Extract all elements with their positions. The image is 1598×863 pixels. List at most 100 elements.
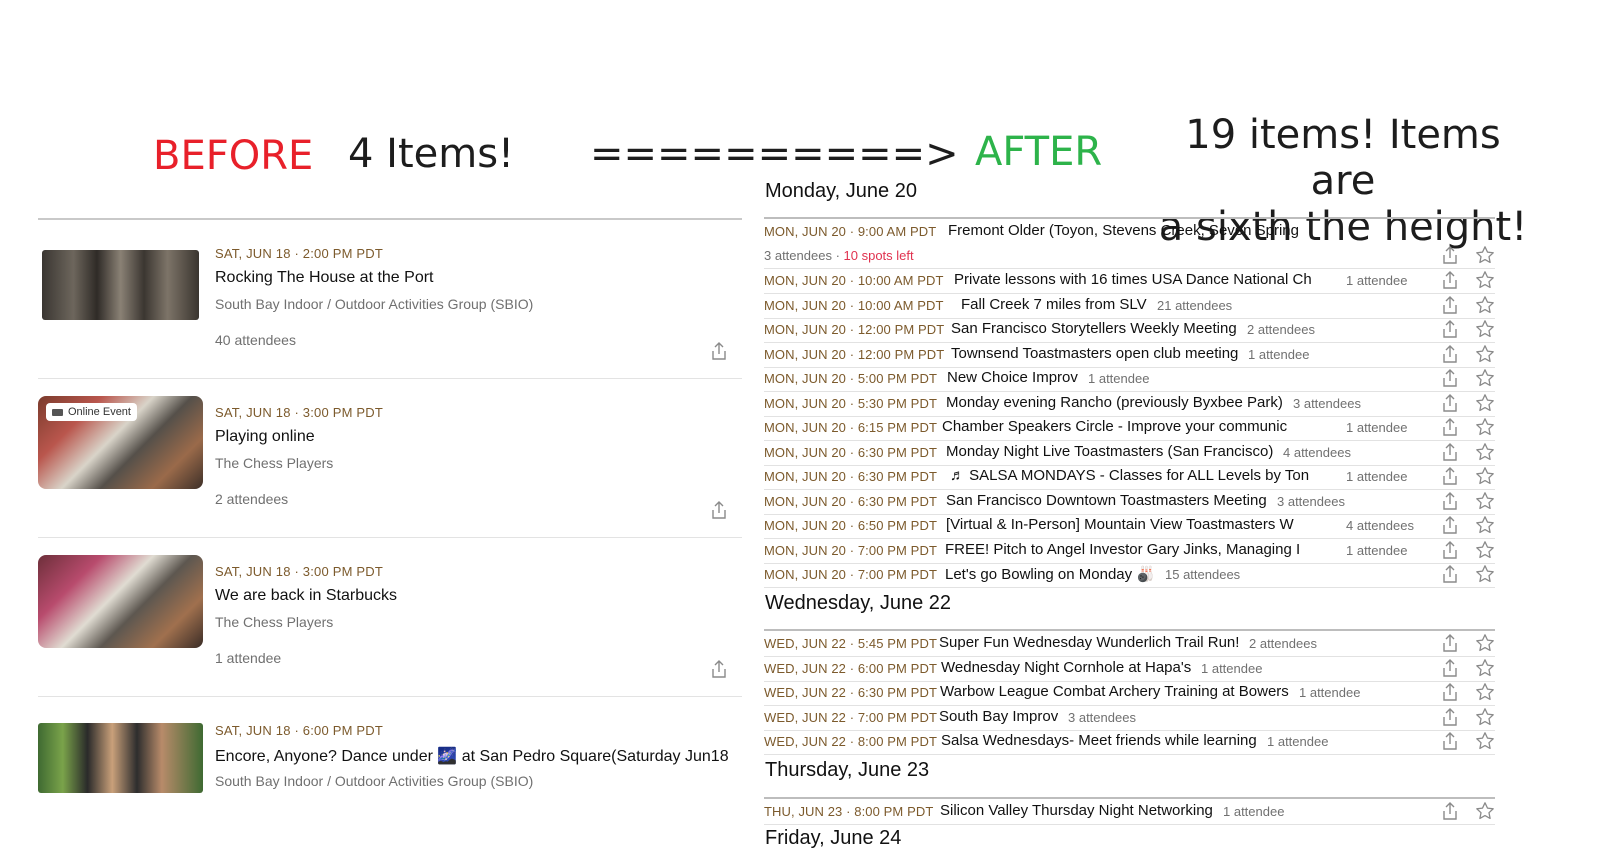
star-icon[interactable] <box>1475 368 1495 388</box>
event-title[interactable]: Warbow League Combat Archery Training at… <box>940 683 1289 700</box>
star-icon[interactable] <box>1475 682 1495 702</box>
event-title[interactable]: FREE! Pitch to Angel Investor Gary Jinks… <box>945 541 1336 558</box>
share-icon[interactable] <box>1441 245 1459 265</box>
event-row[interactable]: MON, JUN 20 · 6:30 PM PDT ♬ SALSA MONDAYS… <box>764 465 1495 490</box>
event-title[interactable]: Fall Creek 7 miles from SLV <box>961 296 1147 313</box>
event-thumbnail[interactable] <box>42 250 199 320</box>
star-icon[interactable] <box>1475 466 1495 486</box>
event-title[interactable]: Chamber Speakers Circle - Improve your c… <box>942 418 1336 435</box>
event-group[interactable]: The Chess Players <box>215 455 333 471</box>
share-icon[interactable] <box>1441 270 1459 290</box>
share-icon[interactable] <box>1441 491 1459 511</box>
star-icon[interactable] <box>1475 633 1495 653</box>
star-icon[interactable] <box>1475 707 1495 727</box>
share-icon[interactable] <box>1441 801 1459 821</box>
event-title[interactable]: Encore, Anyone? Dance under 🌌 at San Ped… <box>215 746 742 766</box>
event-row[interactable]: WED, JUN 22 · 6:00 PM PDT Wednesday Night… <box>764 657 1495 682</box>
event-row[interactable]: MON, JUN 20 · 9:00 AM PDT Fremont Older (… <box>764 220 1495 269</box>
event-row[interactable]: MON, JUN 20 · 10:00 AM PDT Private lesson… <box>764 269 1495 294</box>
event-title[interactable]: Fremont Older (Toyon, Stevens Creek, Sev… <box>948 222 1348 239</box>
event-thumbnail[interactable]: Online Event <box>38 396 203 489</box>
star-icon[interactable] <box>1475 801 1495 821</box>
share-icon[interactable] <box>1441 344 1459 364</box>
star-icon[interactable] <box>1475 344 1495 364</box>
share-icon[interactable] <box>1441 515 1459 535</box>
event-card[interactable]: SAT, JUN 18 · 3:00 PM PDT We are back in… <box>38 538 742 697</box>
event-title[interactable]: ♬ SALSA MONDAYS - Classes for ALL Levels… <box>950 467 1336 484</box>
share-icon[interactable] <box>1441 442 1459 462</box>
event-title[interactable]: Silicon Valley Thursday Night Networking <box>940 802 1213 819</box>
event-title[interactable]: Playing online <box>215 428 315 446</box>
share-icon[interactable] <box>1441 368 1459 388</box>
event-row[interactable]: MON, JUN 20 · 7:00 PM PDT FREE! Pitch to … <box>764 539 1495 564</box>
star-icon[interactable] <box>1475 319 1495 339</box>
event-title[interactable]: Monday Night Live Toastmasters (San Fran… <box>946 443 1273 460</box>
star-icon[interactable] <box>1475 270 1495 290</box>
event-card[interactable]: SAT, JUN 18 · 2:00 PM PDT Rocking The Ho… <box>38 220 742 379</box>
event-row[interactable]: MON, JUN 20 · 6:30 PM PDT San Francisco D… <box>764 490 1495 515</box>
share-icon[interactable] <box>1441 319 1459 339</box>
share-icon[interactable] <box>710 341 728 361</box>
share-icon[interactable] <box>1441 295 1459 315</box>
star-icon[interactable] <box>1475 658 1495 678</box>
event-title[interactable]: [Virtual & In-Person] Mountain View Toas… <box>946 516 1336 533</box>
event-group[interactable]: The Chess Players <box>215 614 333 630</box>
star-icon[interactable] <box>1475 442 1495 462</box>
before-heading: BEFORE <box>153 133 314 179</box>
star-icon[interactable] <box>1475 491 1495 511</box>
share-icon[interactable] <box>1441 633 1459 653</box>
event-title[interactable]: San Francisco Downtown Toastmasters Meet… <box>946 492 1267 509</box>
event-group[interactable]: South Bay Indoor / Outdoor Activities Gr… <box>215 773 533 789</box>
share-icon[interactable] <box>1441 682 1459 702</box>
share-icon[interactable] <box>1441 417 1459 437</box>
event-row[interactable]: MON, JUN 20 · 6:15 PM PDT Chamber Speaker… <box>764 416 1495 441</box>
event-row[interactable]: WED, JUN 22 · 7:00 PM PDT South Bay Impro… <box>764 706 1495 731</box>
event-title[interactable]: South Bay Improv <box>939 708 1058 725</box>
event-row[interactable]: WED, JUN 22 · 6:30 PM PDT Warbow League C… <box>764 681 1495 706</box>
star-icon[interactable] <box>1475 417 1495 437</box>
share-icon[interactable] <box>710 500 728 520</box>
event-title[interactable]: Private lessons with 16 times USA Dance … <box>954 271 1336 288</box>
event-row[interactable]: MON, JUN 20 · 5:30 PM PDT Monday evening … <box>764 392 1495 417</box>
event-row[interactable]: MON, JUN 20 · 7:00 PM PDT Let's go Bowlin… <box>764 563 1495 588</box>
event-title[interactable]: Super Fun Wednesday Wunderlich Trail Run… <box>939 634 1239 651</box>
star-icon[interactable] <box>1475 540 1495 560</box>
share-icon[interactable] <box>710 659 728 679</box>
share-icon[interactable] <box>1441 731 1459 751</box>
event-title[interactable]: San Francisco Storytellers Weekly Meetin… <box>951 320 1237 337</box>
event-row[interactable]: MON, JUN 20 · 10:00 AM PDT Fall Creek 7 m… <box>764 294 1495 319</box>
event-title[interactable]: Monday evening Rancho (previously Byxbee… <box>946 394 1283 411</box>
event-row[interactable]: THU, JUN 23 · 8:00 PM PDT Silicon Valley … <box>764 800 1495 825</box>
share-icon[interactable] <box>1441 707 1459 727</box>
event-group[interactable]: South Bay Indoor / Outdoor Activities Gr… <box>215 296 533 312</box>
event-title[interactable]: Wednesday Night Cornhole at Hapa's <box>941 659 1191 676</box>
event-title[interactable]: We are back in Starbucks <box>215 587 397 605</box>
event-row[interactable]: MON, JUN 20 · 6:30 PM PDT Monday Night Li… <box>764 441 1495 466</box>
event-title[interactable]: New Choice Improv <box>947 369 1078 386</box>
star-icon[interactable] <box>1475 245 1495 265</box>
event-title[interactable]: Townsend Toastmasters open club meeting <box>951 345 1238 362</box>
star-icon[interactable] <box>1475 393 1495 413</box>
event-card[interactable]: SAT, JUN 18 · 6:00 PM PDT Encore, Anyone… <box>38 697 742 855</box>
share-icon[interactable] <box>1441 540 1459 560</box>
share-icon[interactable] <box>1441 466 1459 486</box>
event-row[interactable]: MON, JUN 20 · 12:00 PM PDT Townsend Toast… <box>764 343 1495 368</box>
event-title[interactable]: Rocking The House at the Port <box>215 269 434 287</box>
event-thumbnail[interactable] <box>38 723 203 793</box>
event-card[interactable]: Online Event SAT, JUN 18 · 3:00 PM PDT P… <box>38 379 742 538</box>
event-row[interactable]: WED, JUN 22 · 8:00 PM PDT Salsa Wednesday… <box>764 730 1495 755</box>
event-row[interactable]: MON, JUN 20 · 12:00 PM PDT San Francisco … <box>764 318 1495 343</box>
star-icon[interactable] <box>1475 295 1495 315</box>
share-icon[interactable] <box>1441 658 1459 678</box>
share-icon[interactable] <box>1441 393 1459 413</box>
event-thumbnail[interactable] <box>38 555 203 648</box>
star-icon[interactable] <box>1475 515 1495 535</box>
share-icon[interactable] <box>1441 564 1459 584</box>
event-title[interactable]: Let's go Bowling on Monday 🎳 <box>945 565 1155 583</box>
star-icon[interactable] <box>1475 731 1495 751</box>
event-row[interactable]: MON, JUN 20 · 5:00 PM PDT New Choice Impr… <box>764 367 1495 392</box>
event-row[interactable]: WED, JUN 22 · 5:45 PM PDT Super Fun Wedne… <box>764 632 1495 657</box>
star-icon[interactable] <box>1475 564 1495 584</box>
event-row[interactable]: MON, JUN 20 · 6:50 PM PDT [Virtual & In-P… <box>764 514 1495 539</box>
event-title[interactable]: Salsa Wednesdays- Meet friends while lea… <box>941 732 1257 749</box>
